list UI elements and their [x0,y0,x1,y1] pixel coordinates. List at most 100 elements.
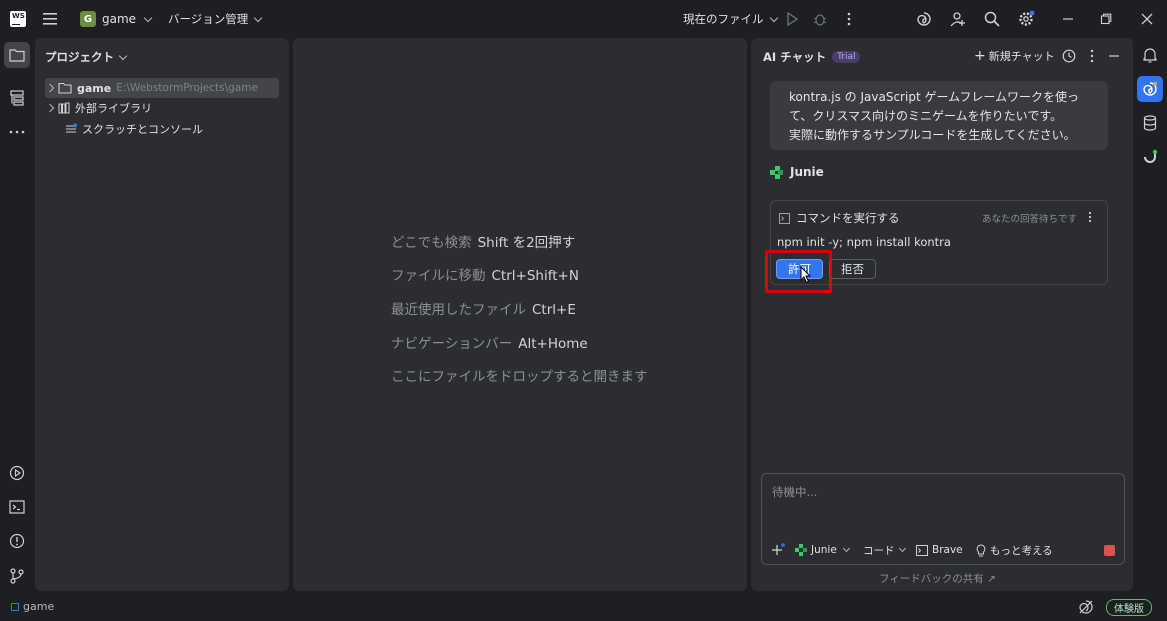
ai-assistant-button[interactable] [914,9,934,29]
project-switcher[interactable]: G game [80,9,153,29]
notifications-button[interactable] [1137,42,1163,68]
status-project-label: game [23,600,55,613]
folder-icon [9,49,25,62]
ai-chat-panel: AI チャット Trial + 新規チャット kontra.js の JavaS… [751,38,1133,591]
chat-history-button[interactable] [1060,47,1078,65]
hint-navigation-bar: ナビゲーションバー Alt+Home [391,332,588,352]
tree-item-label: スクラッチとコンソール [82,123,203,136]
hint-key: Shift を2回押す [477,235,576,251]
kebab-icon [1088,211,1092,223]
agent-selector[interactable]: Junie [795,542,850,558]
more-tools-button[interactable] [4,119,30,145]
hint-text: ここにファイルをドロップすると開きます [391,369,648,385]
project-panel-header[interactable]: プロジェクト [45,49,128,65]
chevron-down-icon [898,544,906,553]
terminal-tool-button[interactable] [4,494,30,520]
chevron-down-icon [118,51,128,60]
project-square-icon [11,602,19,611]
browser-icon [916,544,928,556]
stop-button[interactable] [1104,545,1115,556]
trial-badge: Trial [832,51,861,63]
minimize-button[interactable] [1058,9,1078,29]
bug-icon [813,14,827,26]
think-more-toggle[interactable]: もっと考える [976,542,1053,558]
ai-chat-header: AI チャット Trial [763,49,861,65]
run-button[interactable] [783,10,801,28]
structure-tool-button[interactable] [4,85,30,111]
chevron-right-icon [45,103,55,113]
library-icon [58,102,70,114]
search-button[interactable] [982,9,1002,29]
hide-panel-button[interactable] [1105,47,1123,65]
add-user-icon [950,12,965,27]
vcs-switcher[interactable]: バージョン管理 [168,9,263,29]
restore-icon [1100,13,1112,25]
tree-item-path: E:\WebstormProjects\game [116,82,258,94]
problems-tool-button[interactable] [4,528,30,554]
command-text: npm init -y; npm install kontra [777,235,951,249]
new-chat-label: 新規チャット [988,50,1055,63]
hint-text: 最近使用したファイル [391,302,526,318]
mode-selector[interactable]: コード [863,542,906,558]
status-project[interactable]: game [11,600,54,613]
chat-input-box[interactable]: 待機中... Junie コード Brave もっと考える [761,473,1125,565]
ai-chat-tool-button[interactable] [1137,76,1163,102]
command-card-menu-button[interactable] [1083,209,1097,225]
trial-edition-badge[interactable]: 体験版 [1106,599,1152,616]
feedback-link[interactable]: フィードバックの共有 ↗ [879,571,996,586]
tree-item-scratches[interactable]: スクラッチとコンソール [45,119,279,139]
hint-drop-files: ここにファイルをドロップすると開きます [391,365,648,385]
tree-item-game[interactable]: game E:\WebstormProjects\game [45,78,279,98]
database-tool-button[interactable] [1137,110,1163,136]
command-approval-card: コマンドを実行する あなたの回答待ちです npm init -y; npm in… [765,200,1108,293]
plus-icon: + [974,48,986,64]
git-tool-button[interactable] [4,563,30,589]
database-icon [1143,115,1157,131]
webstorm-logo-icon[interactable]: WS [10,11,26,27]
ai-disabled-icon [1079,600,1093,614]
message-line: kontra.js の JavaScript ゲームフレームワークを使っ [789,90,1080,104]
command-card-title: コマンドを実行する [796,211,900,225]
main-menu-button[interactable] [40,9,60,29]
tree-item-label: 外部ライブラリ [75,102,152,115]
run-config-label: 現在のファイル [683,12,764,26]
junie-logo-icon [795,544,807,556]
settings-button[interactable] [1016,9,1036,29]
more-actions-button[interactable] [840,10,858,28]
ai-chat-title: AI チャット [763,50,827,64]
think-more-label: もっと考える [990,544,1053,557]
junie-tool-button[interactable] [1137,144,1163,170]
close-button[interactable] [1137,9,1157,29]
ai-chat-icon [1143,82,1157,96]
add-user-button[interactable] [948,9,968,29]
status-bar: game 体験版 [0,594,1167,621]
scratch-icon [66,123,77,133]
project-name: game [102,12,137,26]
restore-button[interactable] [1096,9,1116,29]
project-tool-button[interactable] [4,42,30,68]
ai-options-button[interactable] [1084,47,1100,65]
run-config-selector[interactable]: 現在のファイル [683,9,778,29]
bell-icon [1143,48,1157,63]
tree-item-external-libraries[interactable]: 外部ライブラリ [45,98,279,118]
terminal-icon [779,212,790,224]
ai-spiral-icon [917,12,931,26]
hint-key: Alt+Home [518,336,588,352]
new-chat-button[interactable]: + 新規チャット [974,47,1055,65]
browser-toggle[interactable]: Brave [916,542,963,558]
deny-button[interactable]: 拒否 [829,259,876,279]
chevron-down-icon [842,544,850,553]
hint-goto-file: ファイルに移動 Ctrl+Shift+N [391,264,579,284]
ai-status-button[interactable] [1078,599,1094,615]
gear-icon [1019,10,1035,26]
sparkle-plus-icon [772,543,785,555]
debug-button[interactable] [811,10,829,28]
play-icon [787,12,798,26]
services-tool-button[interactable] [4,460,30,486]
minimize-icon [1109,55,1119,57]
deny-label: 拒否 [841,262,864,276]
hint-key: Ctrl+E [532,302,576,318]
message-line: 実際に動作するサンプルコードを生成してください。 [789,128,1076,142]
lightbulb-icon [976,543,986,556]
add-context-button[interactable] [770,542,786,558]
